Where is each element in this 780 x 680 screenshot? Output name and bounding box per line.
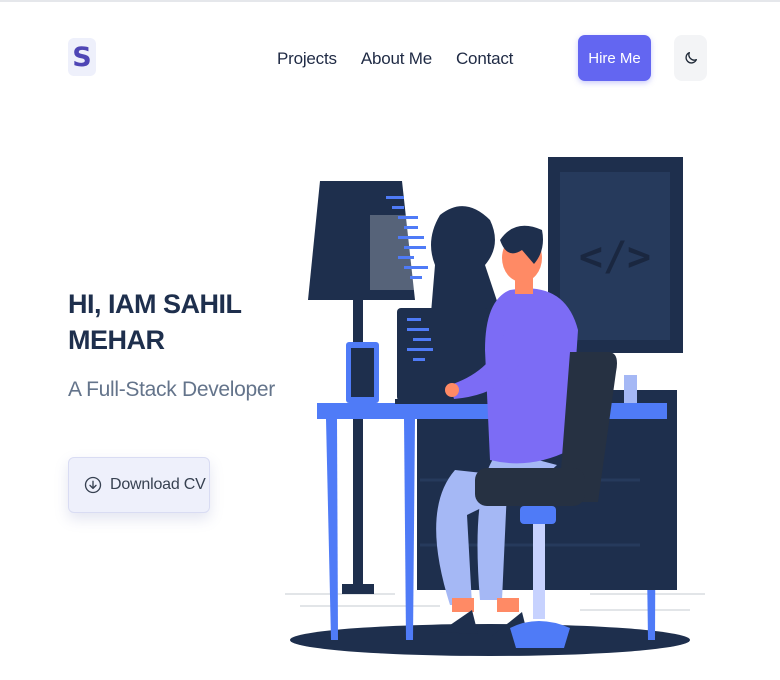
floor-shadow bbox=[290, 624, 690, 656]
download-cv-button[interactable]: Download CV bbox=[68, 457, 210, 513]
hire-me-button[interactable]: Hire Me bbox=[578, 35, 651, 81]
top-border bbox=[0, 0, 780, 2]
nav-link-contact[interactable]: Contact bbox=[456, 49, 513, 69]
download-cv-label: Download CV bbox=[110, 476, 206, 493]
site-logo[interactable]: S bbox=[68, 38, 96, 76]
hero-subtitle: A Full-Stack Developer bbox=[68, 378, 275, 401]
nav-link-projects[interactable]: Projects bbox=[277, 49, 337, 69]
cup bbox=[624, 375, 637, 403]
logo-letter: S bbox=[72, 41, 92, 73]
moon-icon bbox=[684, 52, 697, 64]
hero-title: HI, IAM SAHIL MEHAR bbox=[68, 289, 242, 355]
developer-illustration: </> bbox=[285, 157, 705, 656]
download-circle-icon bbox=[84, 476, 102, 494]
theme-toggle-button[interactable] bbox=[674, 35, 707, 81]
main-nav: Projects About Me Contact bbox=[277, 49, 513, 69]
nav-link-about-me[interactable]: About Me bbox=[361, 49, 432, 69]
svg-text:</>: </> bbox=[579, 234, 651, 280]
